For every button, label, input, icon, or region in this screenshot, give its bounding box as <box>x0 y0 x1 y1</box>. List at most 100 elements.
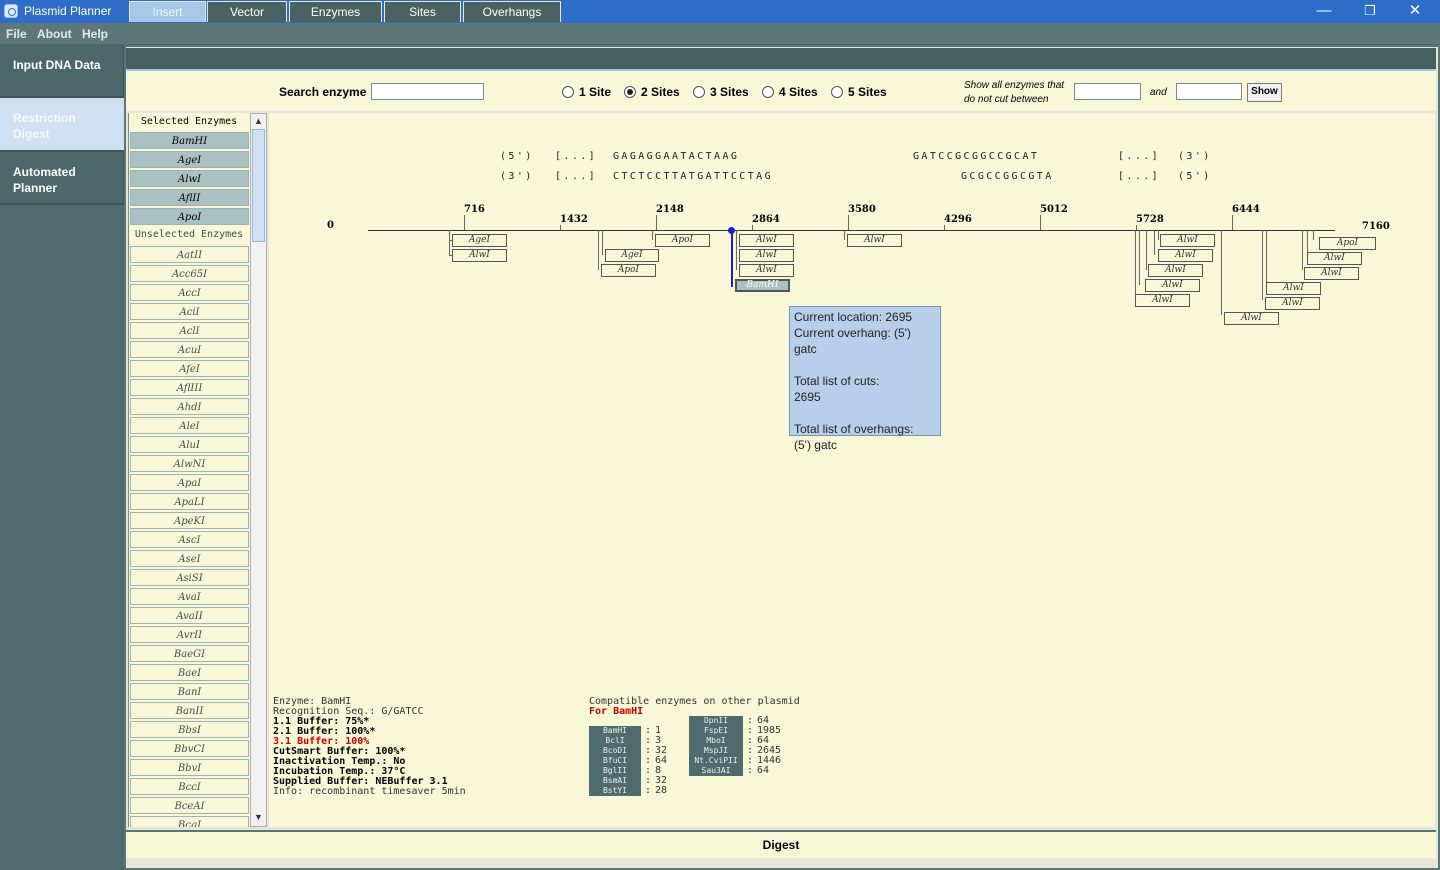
tab-insert[interactable]: Insert <box>129 1 206 22</box>
unselected-enzyme-item[interactable]: BanI <box>130 683 249 700</box>
scroll-thumb[interactable] <box>252 129 265 242</box>
cut-line <box>652 230 653 240</box>
digest-bar[interactable]: Digest <box>126 830 1436 858</box>
tick-mark <box>1136 225 1137 230</box>
bamhi-cut-handle[interactable] <box>728 227 735 234</box>
unselected-enzyme-item[interactable]: AhdI <box>130 398 249 415</box>
nav-automated-planner[interactable]: Automated Planner <box>0 152 124 205</box>
nav-restriction-digest[interactable]: Restriction Digest <box>0 98 125 152</box>
unselected-enzyme-item[interactable]: BbvCI <box>130 740 249 757</box>
nav-input-dna-data[interactable]: Input DNA Data <box>0 45 124 98</box>
unselected-enzyme-item[interactable]: Acc65I <box>130 265 249 282</box>
enzyme-list-scrollbar[interactable]: ▲ ▼ <box>250 113 267 827</box>
radio-4-sites[interactable] <box>762 86 774 98</box>
radio-1-site[interactable] <box>562 86 574 98</box>
selected-enzyme-item[interactable]: AlwI <box>130 170 249 187</box>
cut-label-alwI[interactable]: AlwI <box>739 264 794 277</box>
menu-file[interactable]: File <box>6 27 27 41</box>
unselected-enzyme-item[interactable]: AvaII <box>130 607 249 624</box>
cut-label-ageI[interactable]: AgeI <box>452 234 507 247</box>
unselected-enzyme-item[interactable]: ApeKI <box>130 512 249 529</box>
unselected-enzyme-item[interactable]: BcgI <box>130 816 249 827</box>
cut-label-apoI[interactable]: ApoI <box>655 234 710 247</box>
unselected-enzyme-item[interactable]: BccI <box>130 778 249 795</box>
unselected-enzyme-item[interactable]: ApaI <box>130 474 249 491</box>
unselected-enzyme-item[interactable]: AatII <box>130 246 249 263</box>
cut-label-alwI[interactable]: AlwI <box>1158 249 1213 262</box>
bamhi-cut-marker[interactable] <box>731 230 733 287</box>
unselected-enzyme-item[interactable]: AvrII <box>130 626 249 643</box>
cut-label-alwI[interactable]: AlwI <box>452 249 507 262</box>
unselected-enzyme-item[interactable]: AseI <box>130 550 249 567</box>
cut-line <box>736 230 737 270</box>
radio-3-sites-label[interactable]: 3 Sites <box>710 85 749 99</box>
selected-enzyme-item[interactable]: BamHI <box>130 132 249 149</box>
cut-line <box>1262 230 1263 300</box>
compatible-separator: : <box>747 765 754 776</box>
cut-label-ageI[interactable]: AgeI <box>605 249 659 262</box>
unselected-enzyme-item[interactable]: AvaI <box>130 588 249 605</box>
cut-label-alwI[interactable]: AlwI <box>1135 294 1190 307</box>
cut-line <box>1158 230 1159 240</box>
unselected-enzyme-item[interactable]: AclI <box>130 322 249 339</box>
unselected-enzyme-item[interactable]: BbsI <box>130 721 249 738</box>
unselected-enzyme-item[interactable]: AccI <box>130 284 249 301</box>
menu-help[interactable]: Help <box>82 27 108 41</box>
menu-about[interactable]: About <box>37 27 72 41</box>
cut-label-alwI[interactable]: AlwI <box>1266 282 1321 295</box>
search-enzyme-input[interactable] <box>371 83 484 100</box>
unselected-enzyme-item[interactable]: BaeGI <box>130 645 249 662</box>
unselected-enzyme-item[interactable]: AflIII <box>130 379 249 396</box>
cut-label-alwI[interactable]: AlwI <box>1265 297 1320 310</box>
radio-5-sites[interactable] <box>831 86 843 98</box>
unselected-enzyme-item[interactable]: AciI <box>130 303 249 320</box>
range-to-input[interactable] <box>1176 83 1242 100</box>
scroll-up-icon[interactable]: ▲ <box>251 114 266 129</box>
radio-2-sites[interactable] <box>624 86 636 98</box>
unselected-enzyme-item[interactable]: AluI <box>130 436 249 453</box>
radio-4-sites-label[interactable]: 4 Sites <box>779 85 818 99</box>
range-from-input[interactable] <box>1074 83 1141 100</box>
cut-label-alwI[interactable]: AlwI <box>1160 234 1215 247</box>
unselected-enzyme-item[interactable]: AscI <box>130 531 249 548</box>
unselected-enzyme-item[interactable]: AsiSI <box>130 569 249 586</box>
unselected-enzyme-item[interactable]: BbvI <box>130 759 249 776</box>
unselected-enzyme-item[interactable]: BceAI <box>130 797 249 814</box>
selected-enzyme-item[interactable]: AgeI <box>130 151 249 168</box>
radio-1-site-label[interactable]: 1 Site <box>579 85 611 99</box>
tab-enzymes[interactable]: Enzymes <box>289 1 382 22</box>
close-button[interactable]: ✕ <box>1392 0 1438 23</box>
cut-label-alwI[interactable]: AlwI <box>847 234 902 247</box>
cut-label-alwI[interactable]: AlwI <box>1145 279 1200 292</box>
radio-2-sites-label[interactable]: 2 Sites <box>641 85 680 99</box>
cut-label-alwI[interactable]: AlwI <box>739 249 794 262</box>
unselected-enzyme-item[interactable]: AcuI <box>130 341 249 358</box>
cut-label-alwI[interactable]: AlwI <box>739 234 794 247</box>
cut-label-alwI[interactable]: AlwI <box>1224 312 1279 325</box>
radio-5-sites-label[interactable]: 5 Sites <box>848 85 887 99</box>
unselected-enzyme-item[interactable]: AfeI <box>130 360 249 377</box>
cut-label-alwI[interactable]: AlwI <box>1304 267 1359 280</box>
selected-enzyme-item[interactable]: ApoI <box>130 208 249 225</box>
tab-sites[interactable]: Sites <box>384 1 461 22</box>
unselected-enzyme-item[interactable]: AlwNI <box>130 455 249 472</box>
unselected-enzyme-item[interactable]: AleI <box>130 417 249 434</box>
app-icon <box>4 4 18 18</box>
unselected-enzyme-item[interactable]: BanII <box>130 702 249 719</box>
tab-overhangs[interactable]: Overhangs <box>463 1 561 22</box>
minimize-button[interactable]: — <box>1301 0 1347 23</box>
radio-3-sites[interactable] <box>693 86 705 98</box>
scroll-down-icon[interactable]: ▼ <box>251 810 266 825</box>
compatible-enzyme-name: Sau3AI <box>689 766 743 776</box>
cut-label-alwI[interactable]: AlwI <box>1148 264 1203 277</box>
selected-enzyme-item[interactable]: AflII <box>130 189 249 206</box>
unselected-enzyme-item[interactable]: ApaLI <box>130 493 249 510</box>
cut-label-apoI[interactable]: ApoI <box>1319 237 1376 250</box>
cut-label-apoI[interactable]: ApoI <box>601 264 656 277</box>
restore-button[interactable]: ❐ <box>1347 0 1393 23</box>
cut-label-alwI[interactable]: AlwI <box>1307 252 1362 265</box>
tab-vector[interactable]: Vector <box>207 1 287 22</box>
unselected-enzyme-item[interactable]: BaeI <box>130 664 249 681</box>
cut-label-bamhi[interactable]: BamHI <box>735 279 790 292</box>
show-button[interactable]: Show <box>1247 83 1282 102</box>
